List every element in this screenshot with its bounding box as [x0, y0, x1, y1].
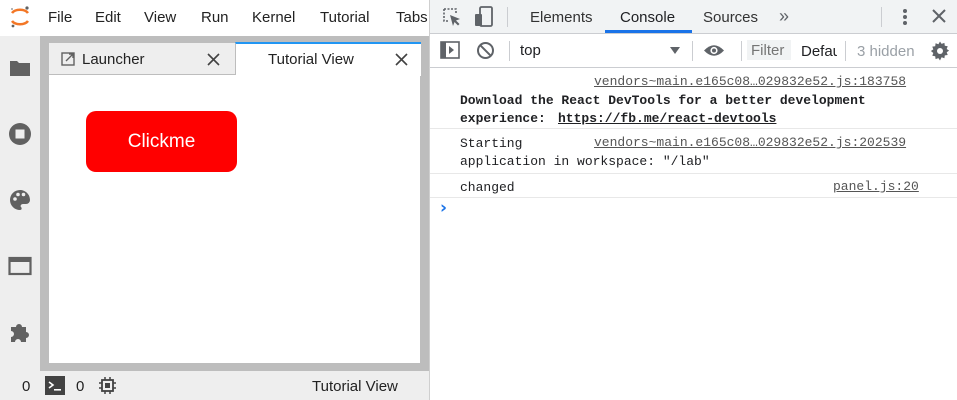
close-icon[interactable] — [207, 53, 220, 66]
tab-sources[interactable]: Sources — [703, 9, 758, 26]
console-message: Starting vendors~main.e165c08…029832e52.… — [430, 129, 957, 174]
separator — [741, 41, 742, 61]
kernel-count: 0 — [76, 378, 85, 395]
tab-launcher[interactable]: Launcher — [48, 42, 236, 75]
status-bar: 0 0 Tutorial View — [0, 371, 429, 400]
sidebar-toggle-icon[interactable] — [440, 41, 460, 59]
live-expression-eye-icon[interactable] — [703, 43, 725, 58]
tab-tutorial-view[interactable]: Tutorial View — [235, 42, 421, 76]
message-text-prefix: experience: — [460, 111, 554, 126]
inspect-element-icon[interactable] — [442, 7, 462, 27]
devtools-panel: Elements Console Sources » top Filter De… — [429, 0, 957, 400]
separator — [845, 41, 846, 61]
hidden-messages-count[interactable]: 3 hidden — [857, 43, 915, 60]
dropdown-arrow-icon[interactable] — [670, 47, 680, 54]
folder-icon[interactable] — [6, 54, 34, 82]
context-selector[interactable]: top — [520, 42, 541, 59]
react-devtools-link[interactable]: https://fb.me/react-devtools — [558, 110, 776, 128]
console-settings-gear-icon[interactable] — [930, 41, 950, 61]
active-tab-indicator — [605, 30, 692, 33]
launch-icon — [61, 52, 75, 66]
menu-view[interactable]: View — [144, 9, 176, 26]
console-toolbar: top Defau 3 hidden — [430, 34, 957, 68]
terminal-count: 0 — [22, 378, 31, 395]
clickme-button[interactable]: Clickme — [86, 111, 237, 172]
palette-icon[interactable] — [6, 186, 34, 214]
tabs-window-icon[interactable] — [6, 252, 34, 280]
message-text: Download the React DevTools for a better… — [460, 93, 866, 108]
left-sidebar — [0, 36, 40, 371]
document-tab-bar: Launcher Tutorial View — [48, 42, 421, 76]
console-filter-input[interactable] — [747, 40, 791, 60]
jupyterlab-window: File Edit View Run Kernel Tutorial Tabs — [0, 0, 429, 400]
message-source-link[interactable]: vendors~main.e165c08…029832e52.js:183758 — [594, 74, 906, 89]
menu-tutorial[interactable]: Tutorial — [320, 9, 369, 26]
message-text: changed — [460, 180, 515, 195]
menu-bar: File Edit View Run Kernel Tutorial Tabs — [0, 0, 429, 37]
close-icon[interactable] — [395, 53, 408, 66]
kernel-chip-icon[interactable] — [98, 376, 117, 395]
log-levels-selector[interactable]: Defau — [801, 43, 837, 60]
console-message: changed panel.js:20 — [430, 174, 957, 198]
console-prompt-icon[interactable]: › — [440, 198, 447, 218]
separator — [692, 41, 693, 61]
close-devtools-icon[interactable] — [932, 9, 946, 23]
message-text: Starting — [460, 136, 523, 151]
jupyter-logo-icon — [10, 6, 30, 28]
status-current-document: Tutorial View — [312, 378, 398, 395]
menu-edit[interactable]: Edit — [95, 9, 121, 26]
tab-elements[interactable]: Elements — [530, 9, 593, 26]
menu-run[interactable]: Run — [201, 9, 229, 26]
kebab-menu-icon[interactable] — [900, 7, 910, 27]
message-source-link[interactable]: vendors~main.e165c08…029832e52.js:202539 — [594, 135, 906, 150]
tab-label: Tutorial View — [268, 51, 354, 68]
tab-label: Launcher — [82, 51, 145, 68]
terminal-icon[interactable] — [45, 376, 65, 395]
extension-puzzle-icon[interactable] — [6, 318, 34, 346]
devtools-tab-bar: Elements Console Sources » — [430, 0, 957, 34]
separator — [509, 41, 510, 61]
menu-tabs[interactable]: Tabs — [396, 9, 428, 26]
menu-file[interactable]: File — [48, 9, 72, 26]
console-output: vendors~main.e165c08…029832e52.js:183758… — [430, 68, 957, 400]
running-stop-icon[interactable] — [6, 120, 34, 148]
console-message: vendors~main.e165c08…029832e52.js:183758… — [430, 68, 957, 129]
message-text: application in workspace: "/lab" — [460, 154, 710, 169]
menu-kernel[interactable]: Kernel — [252, 9, 295, 26]
separator — [881, 7, 882, 27]
device-toolbar-icon[interactable] — [474, 6, 494, 28]
more-tabs-chevron-icon[interactable]: » — [779, 6, 789, 27]
tab-console[interactable]: Console — [620, 9, 675, 26]
separator — [507, 7, 508, 27]
clear-console-icon[interactable] — [476, 41, 495, 60]
message-source-link[interactable]: panel.js:20 — [833, 179, 919, 194]
